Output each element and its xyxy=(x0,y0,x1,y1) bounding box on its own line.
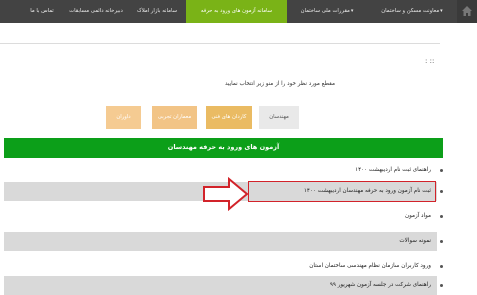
arrow-right-icon xyxy=(203,177,249,211)
tab-engineers[interactable]: مهندسان xyxy=(259,106,299,129)
home-icon xyxy=(462,6,472,16)
bullet xyxy=(440,240,443,243)
bullet xyxy=(440,265,443,268)
list-item[interactable]: ورود کاربران سازمان نظام مهندسی ساختمان … xyxy=(4,257,437,276)
list-item-label: راهنمای ثبت نام اردیبهشت ۱۴۰۰ xyxy=(355,167,431,173)
nav-item-housing[interactable]: معاونت مسکن و ساختمان▾ xyxy=(367,0,457,23)
nav-item-building-regulations[interactable]: مقررات ملی ساختمان▾ xyxy=(289,0,365,23)
nav-item-entrance-exams[interactable]: سامانه آزمون های ورود به حرفه xyxy=(186,0,287,23)
list-item-label: ورود کاربران سازمان نظام مهندسی ساختمان … xyxy=(309,263,431,269)
section-header: آزمون های ورود به حرفه مهندسان xyxy=(4,138,443,158)
nav-item-label: تماس با ما xyxy=(30,8,54,14)
bullet xyxy=(440,284,443,287)
tab-referees[interactable]: داوران xyxy=(106,106,141,129)
nav-item-competitions[interactable]: دبیرخانه دائمی مسابقات xyxy=(64,0,128,23)
bullet xyxy=(440,215,443,218)
list-item-label: نمونه سوالات xyxy=(399,238,431,244)
nav-item-label: معاونت مسکن و ساختمان xyxy=(381,8,440,14)
chevron-down-icon: ▾ xyxy=(440,8,443,14)
nav-item-label: مقررات ملی ساختمان xyxy=(300,8,350,14)
nav-item-label: دبیرخانه دائمی مسابقات xyxy=(69,8,123,14)
nav-item-label: سامانه آزمون های ورود به حرفه xyxy=(200,8,273,14)
nav-item-contact[interactable]: تماس با ما xyxy=(22,0,62,23)
bullet xyxy=(440,169,443,172)
bullet xyxy=(440,190,443,193)
tab-experienced-architects[interactable]: معماران تجربی xyxy=(152,106,197,129)
section-title: آزمون های ورود به حرفه مهندسان xyxy=(167,143,280,151)
tab-technicians[interactable]: کاردان های فنی xyxy=(206,106,252,129)
chevron-down-icon: ▾ xyxy=(350,8,354,14)
list-item-label: راهنمای شرکت در جلسه آزمون شهریور ۹۹ xyxy=(329,282,431,288)
home-button[interactable] xyxy=(457,0,477,23)
nav-item-label: سامانه بازار املاک xyxy=(136,8,178,14)
list-item[interactable]: نمونه سوالات xyxy=(4,232,437,251)
list-item-label: مواد آزمون xyxy=(405,213,431,219)
breadcrumb-dots: : :: xyxy=(425,57,435,65)
highlight-box xyxy=(248,181,436,202)
divider xyxy=(0,43,440,44)
intro-text: مقطع مورد نظر خود را از منو زیر انتخاب ن… xyxy=(224,81,336,87)
list-item[interactable]: راهنمای شرکت در جلسه آزمون شهریور ۹۹ xyxy=(4,276,437,295)
nav-item-real-estate[interactable]: سامانه بازار املاک xyxy=(129,0,185,23)
